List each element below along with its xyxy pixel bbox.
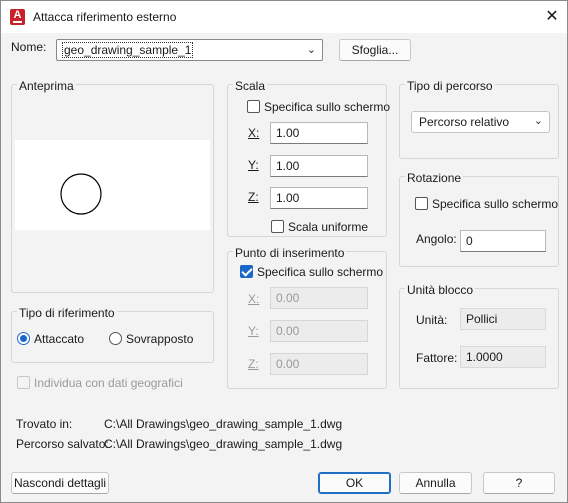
overlay-radio[interactable]	[109, 332, 122, 345]
close-icon[interactable]: ✕	[543, 8, 561, 26]
scale-title: Scala	[233, 79, 268, 93]
dialog-title: Attacca riferimento esterno	[33, 10, 177, 24]
name-value: geo_drawing_sample_1	[62, 42, 194, 58]
factor-label: Fattore:	[416, 351, 458, 365]
insertion-x-label: X:	[248, 292, 260, 306]
found-in-label: Trovato in:	[16, 417, 73, 431]
uniform-scale-label[interactable]: Scala uniforme	[288, 220, 368, 234]
scale-y-input[interactable]: 1.00	[270, 155, 368, 177]
scale-specify-label[interactable]: Specifica sullo schermo	[264, 100, 390, 114]
scale-specify-checkbox[interactable]	[247, 100, 260, 113]
chevron-down-icon: ⌄	[533, 115, 543, 127]
help-button[interactable]: ?	[483, 472, 555, 494]
insertion-specify-label[interactable]: Specifica sullo schermo	[257, 265, 383, 279]
insertion-y-label: Y:	[248, 324, 259, 338]
name-combobox[interactable]: geo_drawing_sample_1 ⌄	[56, 39, 323, 61]
attached-radio[interactable]	[17, 332, 30, 345]
ok-button[interactable]: OK	[318, 472, 391, 494]
rotation-title: Rotazione	[405, 171, 464, 185]
preview-drawing	[60, 173, 102, 215]
insertion-z-label: Z:	[248, 357, 259, 371]
block-unit-title: Unità blocco	[405, 283, 476, 297]
insertion-x-input[interactable]: 0.00	[270, 287, 368, 309]
chevron-down-icon[interactable]: ⌄	[307, 43, 316, 56]
cancel-button[interactable]: Annulla	[399, 472, 472, 494]
rotation-specify-checkbox[interactable]	[415, 197, 428, 210]
insertion-specify-checkbox[interactable]	[240, 265, 253, 278]
saved-path-value: C:\All Drawings\geo_drawing_sample_1.dwg	[104, 437, 343, 451]
insertion-z-input[interactable]: 0.00	[270, 353, 368, 375]
attached-label[interactable]: Attaccato	[34, 332, 84, 346]
angle-input[interactable]: 0	[460, 230, 546, 252]
rotation-group	[399, 176, 559, 267]
path-type-title: Tipo di percorso	[405, 79, 495, 93]
path-type-value: Percorso relativo	[419, 115, 510, 129]
scale-y-label: Y:	[248, 158, 259, 172]
insertion-y-input[interactable]: 0.00	[270, 320, 368, 342]
title-bar: A Attacca riferimento esterno ✕	[1, 1, 567, 33]
unit-label: Unità:	[416, 313, 448, 327]
scale-z-input[interactable]: 1.00	[270, 187, 368, 209]
scale-z-label: Z:	[248, 190, 259, 204]
rotation-specify-label[interactable]: Specifica sullo schermo	[432, 197, 558, 211]
reference-type-title: Tipo di riferimento	[17, 306, 117, 320]
preview-circle	[60, 173, 102, 215]
geo-data-label: Individua con dati geografici	[34, 376, 183, 390]
scale-x-label: X:	[248, 126, 260, 140]
geo-data-checkbox[interactable]	[17, 376, 30, 389]
autocad-icon: A	[10, 9, 25, 25]
preview-title: Anteprima	[17, 79, 76, 93]
unit-value: Pollici	[460, 308, 546, 330]
insertion-title: Punto di inserimento	[233, 246, 347, 260]
overlay-label[interactable]: Sovrapposto	[126, 332, 193, 346]
uniform-scale-checkbox[interactable]	[271, 220, 284, 233]
saved-path-label: Percorso salvato:	[16, 437, 109, 451]
name-label: Nome:	[11, 40, 47, 54]
found-in-value: C:\All Drawings\geo_drawing_sample_1.dwg	[104, 417, 343, 431]
scale-x-input[interactable]: 1.00	[270, 122, 368, 144]
angle-label: Angolo:	[416, 232, 457, 246]
browse-button[interactable]: Sfoglia...	[339, 39, 411, 61]
hide-details-button[interactable]: Nascondi dettagli	[11, 472, 109, 494]
path-type-select[interactable]: Percorso relativo ⌄	[411, 111, 550, 133]
preview-canvas	[15, 140, 210, 230]
factor-value: 1.0000	[460, 346, 546, 368]
dialog-window: A Attacca riferimento esterno ✕ Nome: ge…	[0, 0, 568, 503]
block-unit-group	[399, 288, 559, 389]
